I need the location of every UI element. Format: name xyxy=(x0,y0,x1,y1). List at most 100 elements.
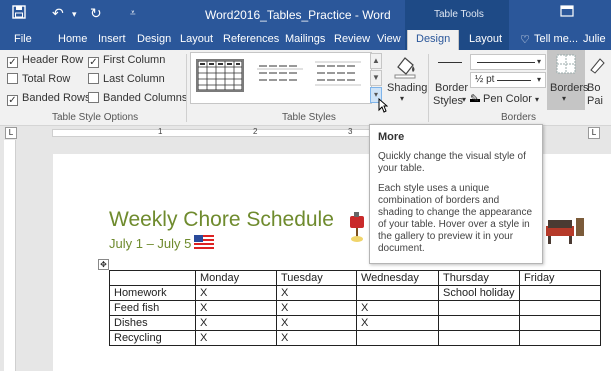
total-row-checkbox[interactable]: Total Row xyxy=(7,73,70,85)
table-cell[interactable]: Monday xyxy=(195,270,277,286)
restore-icon[interactable] xyxy=(560,5,574,20)
table-cell[interactable] xyxy=(519,315,601,331)
line-style-dropdown[interactable]: ▾ xyxy=(470,54,546,70)
tab-table-layout[interactable]: Layout xyxy=(469,33,502,45)
table-cell[interactable]: X xyxy=(356,315,439,331)
border-styles-label-2[interactable]: Styles xyxy=(433,95,463,107)
gallery-scroll-up-icon[interactable]: ▲ xyxy=(370,53,382,69)
table-cell[interactable]: School holiday xyxy=(438,285,520,301)
table-cell[interactable]: Homework xyxy=(109,285,196,301)
customize-icon[interactable]: ⩡ xyxy=(130,8,136,19)
table-move-handle-icon[interactable]: ✥ xyxy=(98,259,109,270)
last-column-label: Last Column xyxy=(103,73,165,85)
table-cell[interactable] xyxy=(519,330,601,346)
table-cell[interactable]: X xyxy=(276,315,357,331)
table-style-options-label: Table Style Options xyxy=(52,112,139,123)
tab-table-design[interactable]: Design xyxy=(407,30,460,51)
table-cell[interactable]: Friday xyxy=(519,270,601,286)
tab-review[interactable]: Review xyxy=(334,33,370,45)
line-weight-dropdown[interactable]: ½ pt ▾ xyxy=(470,72,546,88)
border-style-line-icon xyxy=(438,62,462,63)
banded-columns-checkbox[interactable]: Banded Columns xyxy=(88,92,187,104)
tab-insert[interactable]: Insert xyxy=(98,33,126,45)
table-styles-gallery[interactable] xyxy=(190,52,372,104)
last-column-checkbox[interactable]: Last Column xyxy=(88,73,165,85)
user-name[interactable]: Julie xyxy=(583,33,606,45)
table-cell[interactable]: Dishes xyxy=(109,315,196,331)
shading-button[interactable]: Shading xyxy=(387,82,427,94)
border-painter-label-2[interactable]: Pai xyxy=(587,95,603,107)
tab-home[interactable]: Home xyxy=(58,33,87,45)
table-cell[interactable] xyxy=(519,300,601,316)
separator xyxy=(428,54,429,122)
header-row-checkbox[interactable]: ✓ Header Row xyxy=(7,54,83,68)
banded-columns-label: Banded Columns xyxy=(103,92,188,104)
table-header-row: Monday Tuesday Wednesday Thursday Friday xyxy=(109,270,601,286)
gallery-scroll-down-icon[interactable]: ▼ xyxy=(370,70,382,86)
table-row: Homework X X School holiday xyxy=(109,285,601,301)
table-cell[interactable] xyxy=(438,315,520,331)
ruler-mark: 2 xyxy=(253,127,258,136)
tab-references[interactable]: References xyxy=(223,33,279,45)
ruler-mark: 1 xyxy=(158,127,163,136)
table-style-light-thumb[interactable] xyxy=(315,59,363,92)
border-styles-dropdown-icon[interactable]: ▾ xyxy=(462,95,466,104)
tab-layout[interactable]: Layout xyxy=(180,33,213,45)
header-row-label: Header Row xyxy=(22,54,84,66)
table-cell[interactable]: X xyxy=(276,330,357,346)
tab-design[interactable]: Design xyxy=(137,33,171,45)
checkbox-icon xyxy=(88,73,99,84)
table-cell[interactable]: Thursday xyxy=(438,270,520,286)
undo-dropdown-icon[interactable]: ▾ xyxy=(72,9,77,20)
save-icon[interactable] xyxy=(12,5,26,22)
table-cell[interactable]: X xyxy=(276,300,357,316)
table-cell[interactable] xyxy=(438,330,520,346)
tab-selector-icon[interactable]: L xyxy=(5,127,17,139)
tab-stop-icon[interactable]: L xyxy=(588,127,600,139)
table-cell[interactable] xyxy=(356,330,439,346)
document-title: Word2016_Tables_Practice - Word xyxy=(205,8,391,22)
lightbulb-icon[interactable]: ♡ xyxy=(520,33,530,46)
clipart-furniture-icon xyxy=(544,216,586,249)
redo-icon[interactable]: ↻ xyxy=(90,5,102,22)
borders-button[interactable]: Borders ▾ xyxy=(547,50,589,110)
table-cell[interactable] xyxy=(109,270,196,286)
banded-rows-checkbox[interactable]: ✓ Banded Rows xyxy=(7,92,91,106)
undo-icon[interactable]: ↶ xyxy=(52,5,64,22)
table-cell[interactable]: Wednesday xyxy=(356,270,439,286)
table-cell[interactable]: X xyxy=(356,300,439,316)
table-style-plain-thumb[interactable] xyxy=(257,59,305,92)
table-cell[interactable] xyxy=(356,285,439,301)
table-cell[interactable]: X xyxy=(195,300,277,316)
table-cell[interactable]: X xyxy=(195,315,277,331)
table-cell[interactable]: X xyxy=(195,330,277,346)
tooltip-line-2: Each style uses a unique combination of … xyxy=(378,183,533,254)
pen-color-button[interactable]: ✎ Pen Color ▾ xyxy=(470,92,539,105)
vertical-ruler xyxy=(4,140,16,371)
shading-dropdown-icon[interactable]: ▾ xyxy=(400,94,404,103)
borders-label: Borders xyxy=(550,82,589,94)
pen-icon: ✎ xyxy=(470,93,480,105)
table-tools-header: Table Tools xyxy=(405,0,509,30)
document-subheading[interactable]: July 1 – July 5 xyxy=(109,236,191,251)
table-cell[interactable]: X xyxy=(195,285,277,301)
document-heading[interactable]: Weekly Chore Schedule xyxy=(109,208,334,232)
table-cell[interactable]: X xyxy=(276,285,357,301)
border-painter-label-1[interactable]: Bo xyxy=(587,82,600,94)
dropdown-arrow-icon: ▾ xyxy=(537,57,542,66)
chore-table[interactable]: Monday Tuesday Wednesday Thursday Friday… xyxy=(109,270,601,346)
tab-mailings[interactable]: Mailings xyxy=(285,33,325,45)
tab-view[interactable]: View xyxy=(377,33,401,45)
line-style-preview xyxy=(477,62,535,63)
border-styles-label-1[interactable]: Border xyxy=(435,82,468,94)
table-cell[interactable]: Recycling xyxy=(109,330,196,346)
table-cell[interactable] xyxy=(438,300,520,316)
table-cell[interactable]: Tuesday xyxy=(276,270,357,286)
first-column-checkbox[interactable]: ✓ First Column xyxy=(88,54,165,68)
table-cell[interactable] xyxy=(519,285,601,301)
table-style-grid-thumb[interactable] xyxy=(196,59,244,92)
tell-me-input[interactable]: Tell me... xyxy=(534,33,578,45)
table-cell[interactable]: Feed fish xyxy=(109,300,196,316)
tab-file[interactable]: File xyxy=(14,33,32,45)
banded-rows-label: Banded Rows xyxy=(22,92,91,104)
